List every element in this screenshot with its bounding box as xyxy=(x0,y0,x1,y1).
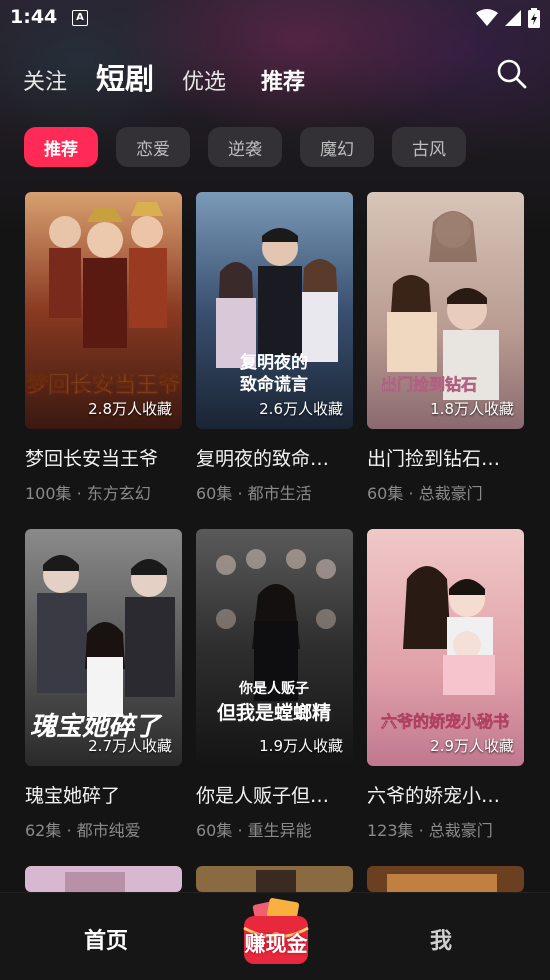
top-nav: 关注 短剧 优选 推荐 xyxy=(0,56,550,100)
drama-poster-partial[interactable] xyxy=(196,866,353,892)
drama-meta: 60集 · 重生异能 xyxy=(196,821,312,840)
poster-title-art: 六爷的娇宠小秘书 xyxy=(381,712,509,731)
drama-poster-partial[interactable] xyxy=(367,866,524,892)
nav-me[interactable]: 我 xyxy=(430,923,452,955)
status-icons xyxy=(476,8,540,28)
favorite-count: 2.6万人收藏 xyxy=(259,400,343,418)
poster-image xyxy=(25,866,182,892)
tab-follow[interactable]: 关注 xyxy=(23,64,67,96)
poster-image: 复明夜的 致命谎言 xyxy=(196,192,353,429)
poster-image xyxy=(196,866,353,892)
favorite-count: 1.8万人收藏 xyxy=(430,400,514,418)
drama-poster[interactable]: 六爷的娇宠小秘书 2.9万人收藏 xyxy=(367,529,524,766)
poster-image: 瑰宝她碎了 xyxy=(25,529,182,766)
category-chips: 推荐 恋爱 逆袭 魔幻 古风 xyxy=(24,127,466,167)
drama-meta: 123集 · 总裁豪门 xyxy=(367,821,493,840)
nav-home[interactable]: 首页 xyxy=(84,923,128,955)
poster-image xyxy=(367,866,524,892)
drama-title[interactable]: 瑰宝她碎了 xyxy=(25,781,182,808)
tab-featured[interactable]: 优选 xyxy=(182,64,226,96)
tab-short-drama[interactable]: 短剧 xyxy=(96,56,154,98)
poster-image: 你是人贩子 但我是螳螂精 xyxy=(196,529,353,766)
nav-earn-label: 赚现金 xyxy=(244,932,308,956)
chip-fantasy[interactable]: 魔幻 xyxy=(300,127,374,167)
drama-meta: 60集 · 总裁豪门 xyxy=(367,484,483,503)
chip-comeback[interactable]: 逆袭 xyxy=(208,127,282,167)
wifi-icon xyxy=(476,9,498,26)
status-time: 1:44 xyxy=(10,6,58,28)
notification-icon: A xyxy=(72,10,88,26)
drama-poster[interactable]: 出门捡到钻石 1.8万人收藏 xyxy=(367,192,524,429)
drama-title[interactable]: 复明夜的致命… xyxy=(196,444,353,471)
poster-image: 梦回长安当王爷 xyxy=(25,192,182,429)
tab-recommend[interactable]: 推荐 xyxy=(261,64,305,96)
drama-poster[interactable]: 你是人贩子 但我是螳螂精 1.9万人收藏 xyxy=(196,529,353,766)
drama-poster[interactable]: 复明夜的 致命谎言 2.6万人收藏 xyxy=(196,192,353,429)
drama-meta: 62集 · 都市纯爱 xyxy=(25,821,141,840)
favorite-count: 1.9万人收藏 xyxy=(259,737,343,755)
poster-title-art: 出门捡到钻石 xyxy=(381,375,477,394)
drama-poster-partial[interactable] xyxy=(25,866,182,892)
drama-title[interactable]: 出门捡到钻石… xyxy=(367,444,524,471)
poster-title-art: 致命谎言 xyxy=(240,374,308,395)
drama-poster[interactable]: 梦回长安当王爷 2.8万人收藏 xyxy=(25,192,182,429)
drama-meta: 60集 · 都市生活 xyxy=(196,484,312,503)
signal-icon xyxy=(505,10,521,26)
drama-title[interactable]: 你是人贩子但… xyxy=(196,781,353,808)
poster-image: 出门捡到钻石 xyxy=(367,192,524,429)
nav-earn-cash[interactable]: 赚现金 xyxy=(234,898,318,970)
chip-recommend[interactable]: 推荐 xyxy=(24,127,98,167)
favorite-count: 2.7万人收藏 xyxy=(88,737,172,755)
search-icon[interactable] xyxy=(496,58,528,90)
chip-romance[interactable]: 恋爱 xyxy=(116,127,190,167)
poster-title-art: 梦回长安当王爷 xyxy=(26,372,181,398)
drama-title[interactable]: 六爷的娇宠小… xyxy=(367,781,524,808)
drama-title[interactable]: 梦回长安当王爷 xyxy=(25,444,182,471)
drama-poster[interactable]: 瑰宝她碎了 2.7万人收藏 xyxy=(25,529,182,766)
poster-image: 六爷的娇宠小秘书 xyxy=(367,529,524,766)
favorite-count: 2.9万人收藏 xyxy=(430,737,514,755)
chip-ancient[interactable]: 古风 xyxy=(392,127,466,167)
poster-title-art: 复明夜的 xyxy=(239,352,308,373)
battery-icon xyxy=(528,8,540,28)
favorite-count: 2.8万人收藏 xyxy=(88,400,172,418)
status-bar: 1:44 A xyxy=(0,0,550,36)
drama-meta: 100集 · 东方玄幻 xyxy=(25,484,151,503)
poster-title-art: 你是人贩子 xyxy=(238,680,309,697)
poster-title-art: 但我是螳螂精 xyxy=(217,701,331,724)
